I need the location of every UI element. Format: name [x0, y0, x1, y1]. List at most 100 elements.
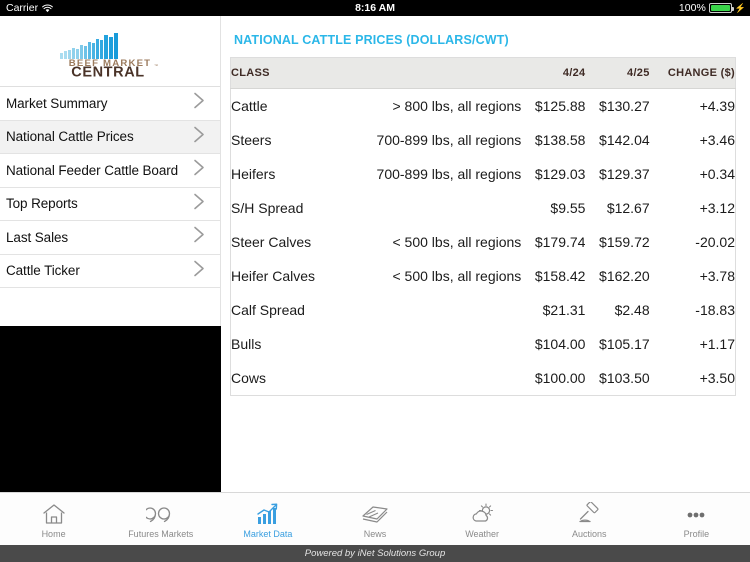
- tab-news[interactable]: News: [321, 493, 428, 545]
- cell-class: S/H Spread: [231, 200, 304, 216]
- sidebar-item-label: Market Summary: [6, 95, 108, 111]
- sidebar-item-top-reports[interactable]: Top Reports: [0, 187, 220, 221]
- tab-label: Home: [41, 528, 66, 539]
- table-row[interactable]: Cows $100.00 $103.50 +3.50: [231, 361, 736, 396]
- table-row[interactable]: Steer Calves < 500 lbs, all regions $179…: [231, 225, 736, 259]
- tab-auctions[interactable]: Auctions: [536, 493, 643, 545]
- sidebar-item-cattle-ticker[interactable]: Cattle Ticker: [0, 254, 220, 288]
- cell-change: +3.46: [699, 132, 735, 148]
- cattle-prices-table: CLASS 4/24 4/25 CHANGE ($) Cattle > 800 …: [230, 57, 736, 396]
- footer-bar: Powered by iNet Solutions Group: [0, 545, 750, 562]
- cell-detail: > 800 lbs, all regions: [392, 98, 522, 114]
- page-title: NATIONAL CATTLE PRICES (DOLLARS/CWT): [234, 33, 509, 47]
- gavel-icon: [575, 500, 603, 526]
- tab-market-data[interactable]: Market Data: [214, 493, 321, 545]
- cell-price-1: $125.88: [534, 98, 586, 114]
- cell-price-2: $105.17: [599, 336, 650, 352]
- status-bar: Carrier 8:16 AM 100% ⚡: [0, 0, 750, 16]
- more-dots-icon: [681, 500, 711, 526]
- cell-price-1: $158.42: [534, 268, 586, 284]
- cell-price-2: $130.27: [599, 98, 650, 114]
- bottom-tab-bar: Home Futures Markets Market Data News We…: [0, 492, 750, 545]
- tab-profile[interactable]: Profile: [643, 493, 750, 545]
- column-header-date-1: 4/24: [521, 57, 586, 89]
- cell-detail: [338, 191, 522, 225]
- cell-detail: [338, 293, 522, 327]
- cell-detail: < 500 lbs, all regions: [392, 234, 522, 250]
- footer-text: Powered by iNet Solutions Group: [304, 548, 446, 559]
- cell-price-1: $21.31: [542, 302, 586, 318]
- tab-label: Profile: [683, 528, 710, 539]
- cell-price-1: $138.58: [534, 132, 586, 148]
- cell-change: +1.17: [699, 336, 735, 352]
- tab-label: Market Data: [243, 528, 293, 539]
- table-row[interactable]: Cattle > 800 lbs, all regions $125.88 $1…: [231, 89, 736, 124]
- cell-detail: [338, 361, 522, 396]
- tab-label: Futures Markets: [128, 528, 194, 539]
- cell-class: Calf Spread: [231, 302, 305, 318]
- cell-price-2: $12.67: [606, 200, 650, 216]
- column-header-date-2: 4/25: [585, 57, 650, 89]
- cell-detail: < 500 lbs, all regions: [392, 268, 522, 284]
- sidebar-empty-area: [0, 326, 221, 509]
- table-row[interactable]: Steers 700-899 lbs, all regions $138.58 …: [231, 123, 736, 157]
- lightning-bolt-icon: ⚡: [734, 2, 746, 13]
- table-row[interactable]: S/H Spread $9.55 $12.67 +3.12: [231, 191, 736, 225]
- status-bar-time: 8:16 AM: [355, 2, 395, 14]
- home-icon: [41, 500, 67, 526]
- chevron-right-icon: [193, 124, 206, 149]
- cell-price-2: $142.04: [599, 132, 650, 148]
- sidebar-item-label: National Cattle Prices: [6, 129, 134, 145]
- sidebar-menu: Market Summary National Cattle Prices Na…: [0, 86, 220, 288]
- table-row[interactable]: Bulls $104.00 $105.17 +1.17: [231, 327, 736, 361]
- sidebar-item-national-cattle-prices[interactable]: National Cattle Prices: [0, 120, 220, 154]
- table-row[interactable]: Calf Spread $21.31 $2.48 -18.83: [231, 293, 736, 327]
- cell-change: +4.39: [699, 98, 735, 114]
- table-row[interactable]: Heifers 700-899 lbs, all regions $129.03…: [231, 157, 736, 191]
- cell-detail: 700-899 lbs, all regions: [376, 132, 522, 148]
- tab-futures-markets[interactable]: Futures Markets: [107, 493, 214, 545]
- cell-price-2: $103.50: [599, 370, 650, 386]
- cell-price-1: $100.00: [534, 370, 586, 386]
- cell-detail: [338, 327, 522, 361]
- chevron-right-icon: [193, 191, 206, 216]
- cell-change: +3.12: [699, 200, 735, 216]
- tab-weather[interactable]: Weather: [429, 493, 536, 545]
- sidebar-item-market-summary[interactable]: Market Summary: [0, 87, 220, 121]
- cell-class: Steer Calves: [231, 234, 312, 250]
- column-header-change: CHANGE ($): [649, 57, 736, 89]
- cell-class: Heifer Calves: [231, 268, 316, 284]
- cell-class: Cows: [231, 370, 267, 386]
- cell-price-1: $129.03: [534, 166, 586, 182]
- cell-change: +3.78: [699, 268, 735, 284]
- cell-price-2: $2.48: [614, 302, 650, 318]
- main-content: NATIONAL CATTLE PRICES (DOLLARS/CWT) CLA…: [221, 16, 750, 509]
- sidebar-item-last-sales[interactable]: Last Sales: [0, 221, 220, 255]
- tab-home[interactable]: Home: [0, 493, 107, 545]
- cell-price-1: $104.00: [534, 336, 586, 352]
- sidebar-item-label: National Feeder Cattle Board: [6, 162, 179, 178]
- sidebar-item-label: Last Sales: [6, 229, 69, 245]
- cell-detail: 700-899 lbs, all regions: [376, 166, 522, 182]
- cell-change: +3.50: [699, 370, 735, 386]
- beef-market-central-logo: BEEF MARKET CENTRAL ™: [60, 33, 158, 77]
- cell-class: Steers: [231, 132, 272, 148]
- newspaper-icon: [360, 500, 390, 526]
- battery-percent-label: 100%: [678, 2, 706, 14]
- sidebar-item-label: Top Reports: [6, 196, 78, 212]
- table-row[interactable]: Heifer Calves < 500 lbs, all regions $15…: [231, 259, 736, 293]
- cell-change: -20.02: [695, 234, 735, 250]
- cell-price-2: $129.37: [599, 166, 650, 182]
- sidebar-item-national-feeder-cattle-board[interactable]: National Feeder Cattle Board: [0, 154, 220, 188]
- battery-full-icon: [708, 3, 734, 13]
- column-header-class: CLASS: [230, 57, 338, 89]
- chevron-right-icon: [193, 258, 206, 283]
- bar-chart-up-icon: [254, 500, 282, 526]
- logo-trademark: ™: [154, 63, 158, 68]
- status-bar-right: 100% ⚡: [679, 2, 746, 14]
- app-logo: BEEF MARKET CENTRAL ™: [0, 16, 220, 86]
- app-root: Carrier 8:16 AM 100% ⚡ BEEF MARKET CENTR…: [0, 0, 750, 562]
- chevron-right-icon: [193, 225, 206, 250]
- cell-change: +0.34: [699, 166, 735, 182]
- tab-label: News: [363, 528, 387, 539]
